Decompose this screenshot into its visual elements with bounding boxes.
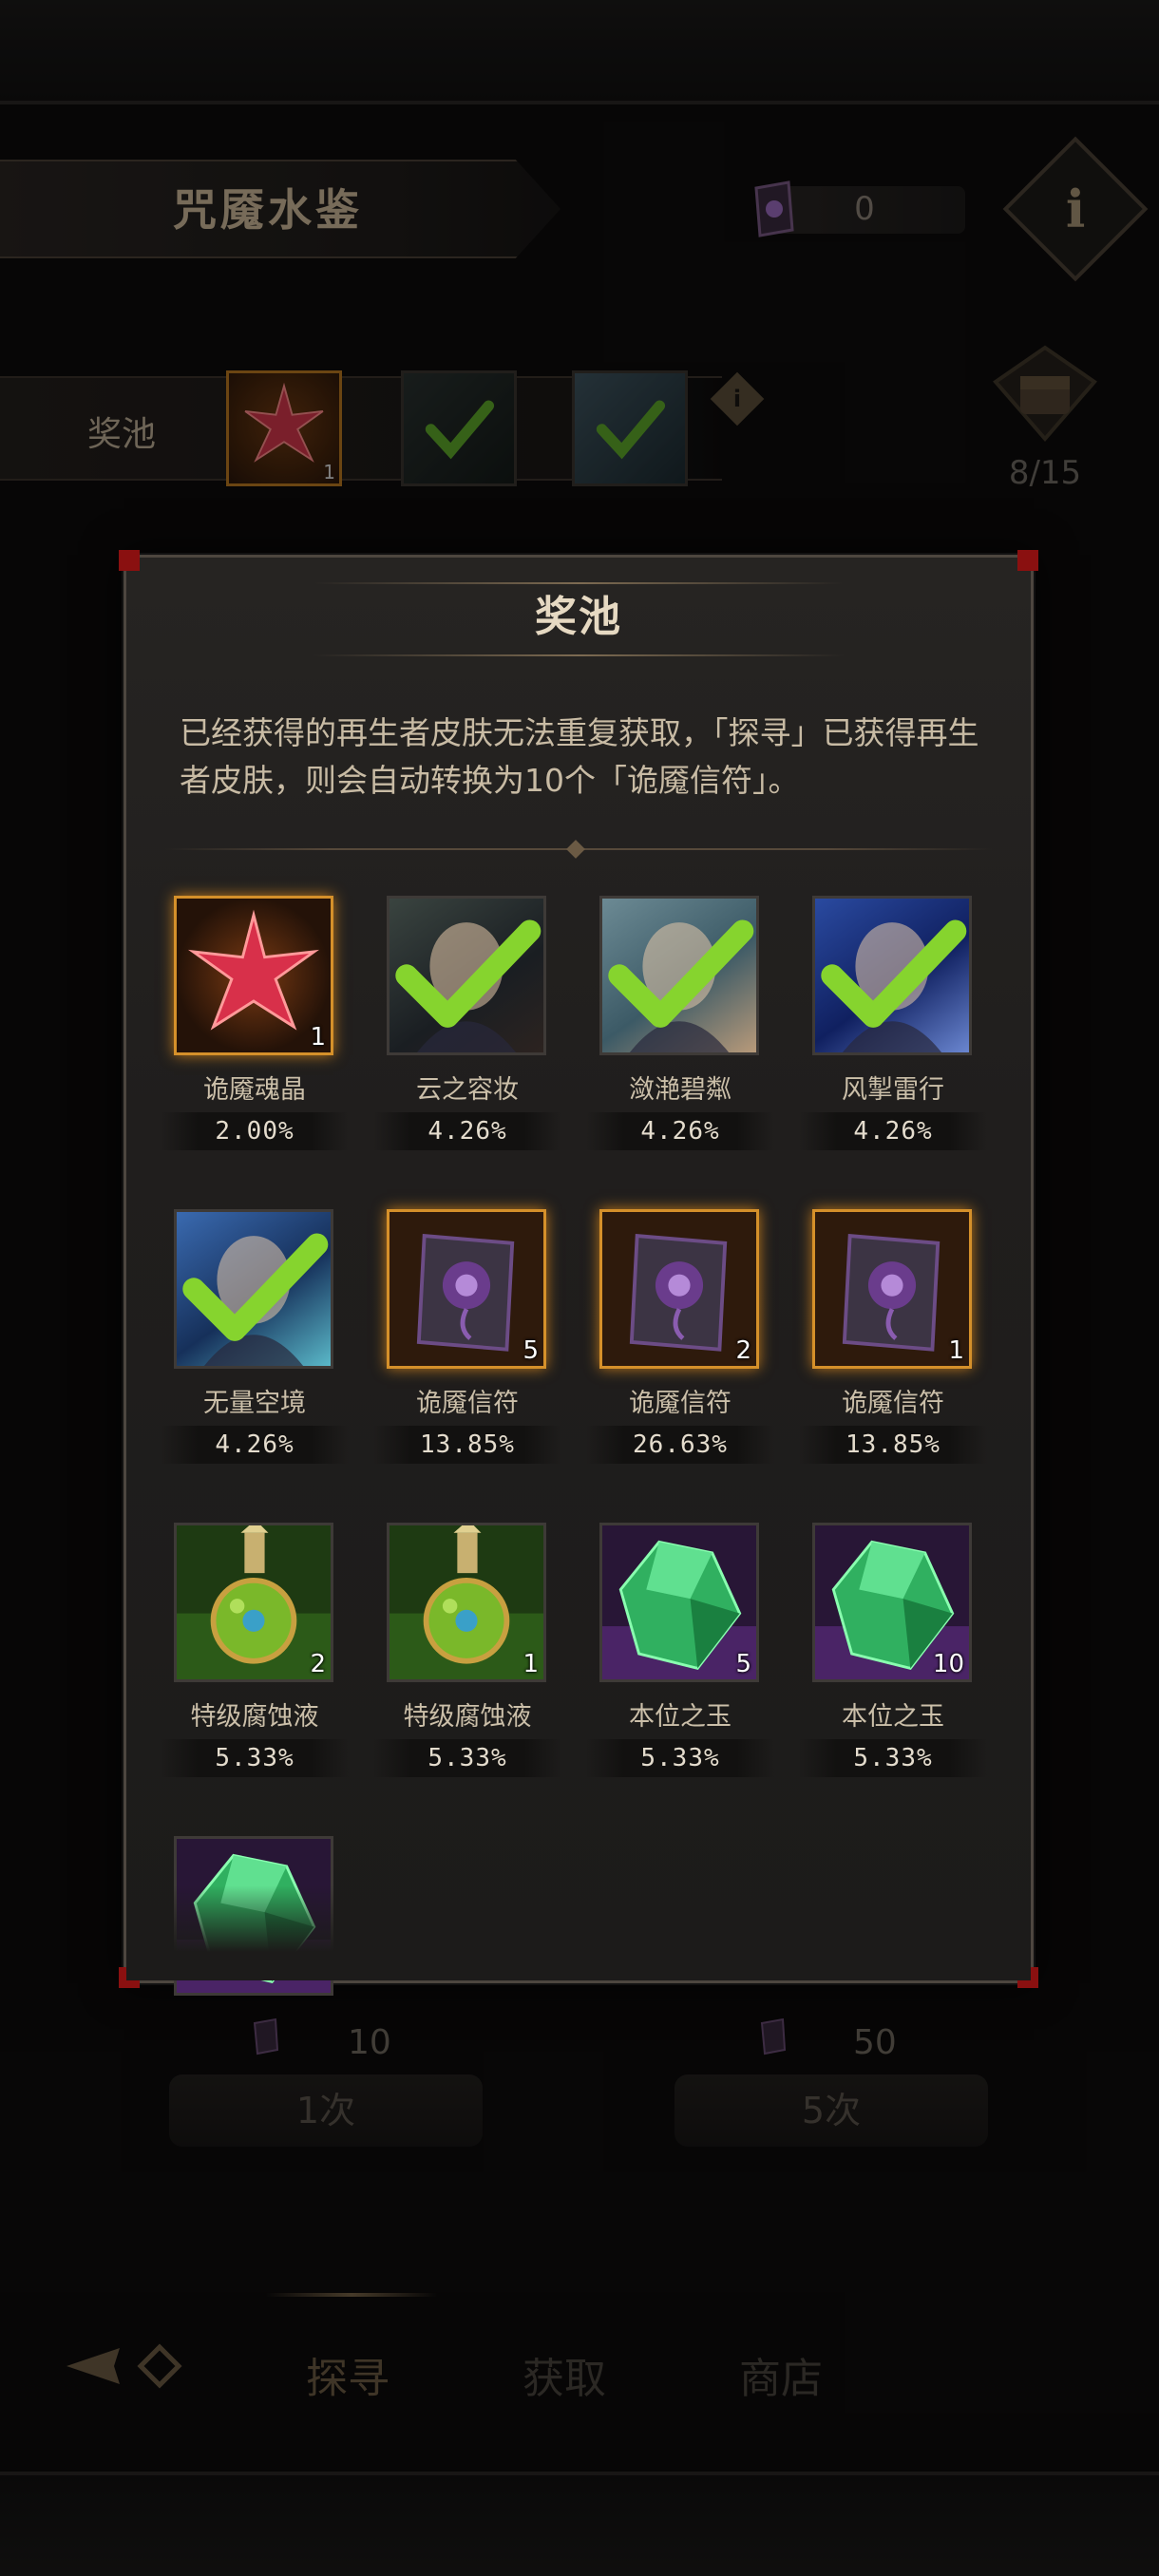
item-drop-rate: 4.26% [586, 1112, 774, 1150]
item-drop-rate: 5.33% [161, 1739, 349, 1777]
item-quantity: 5 [735, 1650, 751, 1678]
item-drop-rate: 26.63% [586, 1426, 774, 1464]
modal-title: 奖池 [535, 593, 622, 641]
item-name: 诡魇信符 [842, 1389, 944, 1418]
skin-portrait-icon [387, 896, 546, 1055]
modal-corner [119, 550, 140, 571]
item-quantity: 1 [310, 1023, 326, 1051]
item-drop-rate: 13.85% [799, 1426, 987, 1464]
prize-item[interactable]: 2 诡魇信符 26.63% [580, 1209, 780, 1464]
prize-pool-modal: 奖池 已经获得的再生者皮肤无法重复获取，「探寻」已获得再生者皮肤，则会自动转换为… [119, 550, 1038, 1996]
owned-check-icon [608, 919, 754, 1028]
talisman-card-icon: 1 [812, 1209, 972, 1369]
item-name: 无量空境 [203, 1389, 306, 1418]
prize-item[interactable]: 风掣雷行 4.26% [793, 896, 993, 1150]
owned-check-icon [182, 1233, 329, 1341]
talisman-card-icon: 2 [599, 1209, 759, 1369]
item-name: 特级腐蚀液 [403, 1702, 532, 1732]
item-name: 诡魇魂晶 [203, 1075, 306, 1105]
prize-item[interactable]: 5 本位之玉 5.33% [580, 1523, 780, 1777]
item-quantity: 5 [522, 1336, 539, 1365]
prize-item[interactable]: 1 特级腐蚀液 5.33% [368, 1523, 567, 1777]
item-drop-rate: 4.26% [161, 1426, 349, 1464]
prize-item[interactable]: 无量空境 4.26% [155, 1209, 354, 1464]
green-gem-icon: 5 [599, 1523, 759, 1682]
item-name: 诡魇信符 [416, 1389, 519, 1418]
item-name: 潋滟碧粼 [629, 1075, 732, 1105]
star-crystal-icon: 1 [174, 896, 333, 1055]
scroll-fade [126, 1885, 1031, 1980]
potion-flask-icon: 2 [174, 1523, 333, 1682]
item-quantity: 10 [932, 1650, 964, 1678]
item-name: 风掣雷行 [842, 1075, 944, 1105]
title-ornament-line [313, 654, 845, 656]
prize-item[interactable]: 潋滟碧粼 4.26% [580, 896, 780, 1150]
item-name: 云之容妆 [416, 1075, 519, 1105]
owned-check-icon [395, 919, 542, 1028]
item-quantity: 2 [310, 1650, 326, 1678]
talisman-card-icon: 5 [387, 1209, 546, 1369]
prize-item[interactable]: 云之容妆 4.26% [368, 896, 567, 1150]
prize-item[interactable]: 2 特级腐蚀液 5.33% [155, 1523, 354, 1777]
owned-check-icon [821, 919, 967, 1028]
item-name: 本位之玉 [842, 1702, 944, 1732]
skin-portrait-icon [599, 896, 759, 1055]
prize-item[interactable]: 10 本位之玉 5.33% [793, 1523, 993, 1777]
item-quantity: 1 [522, 1650, 539, 1678]
item-drop-rate: 5.33% [586, 1739, 774, 1777]
prize-item[interactable]: 1 诡魇魂晶 2.00% [155, 896, 354, 1150]
potion-flask-icon: 1 [387, 1523, 546, 1682]
item-drop-rate: 2.00% [161, 1112, 349, 1150]
item-drop-rate: 13.85% [373, 1426, 561, 1464]
modal-corner [1017, 550, 1038, 571]
item-name: 诡魇信符 [629, 1389, 732, 1418]
item-drop-rate: 5.33% [799, 1739, 987, 1777]
skin-portrait-icon [174, 1209, 333, 1369]
item-name: 本位之玉 [629, 1702, 732, 1732]
item-drop-rate: 4.26% [799, 1112, 987, 1150]
item-drop-rate: 5.33% [373, 1739, 561, 1777]
green-gem-icon: 10 [812, 1523, 972, 1682]
prize-item[interactable]: 5 诡魇信符 13.85% [368, 1209, 567, 1464]
item-quantity: 2 [735, 1336, 751, 1365]
skin-portrait-icon [812, 896, 972, 1055]
prize-item[interactable]: 1 诡魇信符 13.85% [793, 1209, 993, 1464]
item-quantity: 1 [948, 1336, 964, 1365]
item-name: 特级腐蚀液 [190, 1702, 319, 1732]
divider-ornament [566, 840, 585, 859]
item-drop-rate: 4.26% [373, 1112, 561, 1150]
modal-description: 已经获得的再生者皮肤无法重复获取，「探寻」已获得再生者皮肤，则会自动转换为10个… [180, 714, 979, 799]
